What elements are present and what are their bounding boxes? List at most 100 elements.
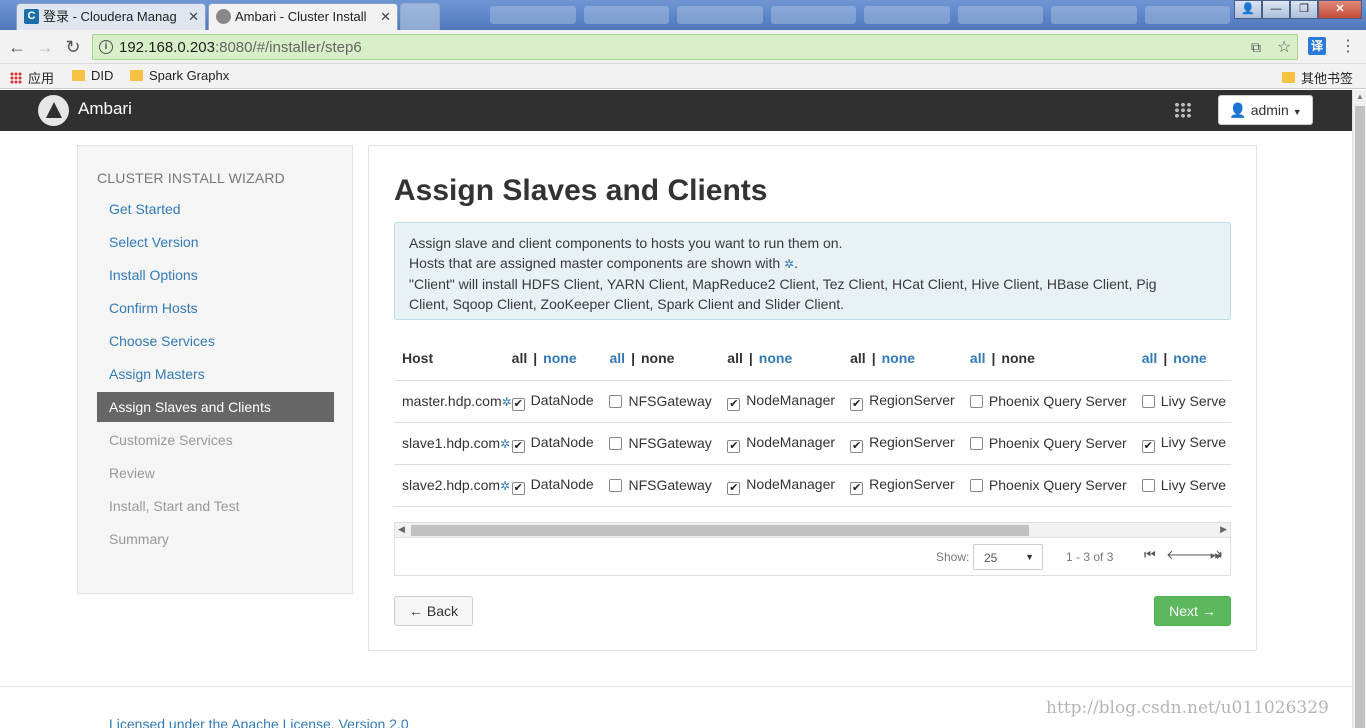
- select-none-link[interactable]: none: [1173, 350, 1206, 366]
- select-all-link[interactable]: all: [609, 350, 625, 366]
- checkbox[interactable]: [1141, 439, 1155, 453]
- table-horizontal-scrollbar[interactable]: ◀ ▶: [394, 522, 1231, 538]
- license-link[interactable]: Licensed under the Apache License, Versi…: [109, 716, 409, 728]
- select-none-link[interactable]: none: [882, 350, 915, 366]
- back-button[interactable]: ← Back: [394, 596, 473, 626]
- maximize-icon[interactable]: ❐: [1290, 0, 1318, 19]
- component-checkbox-regionserver[interactable]: RegionServer: [850, 392, 955, 411]
- scroll-right-icon[interactable]: ▶: [1220, 524, 1227, 535]
- checkbox[interactable]: [609, 437, 623, 450]
- checkbox[interactable]: [850, 439, 864, 453]
- component-label: RegionServer: [869, 433, 955, 450]
- scroll-left-icon[interactable]: ◀: [398, 524, 405, 535]
- next-button[interactable]: Next →: [1154, 596, 1231, 626]
- first-page-icon[interactable]: ⏮: [1144, 547, 1156, 563]
- translate-page-icon[interactable]: ⧉: [1251, 39, 1261, 56]
- component-checkbox-phoenix-query-server[interactable]: Phoenix Query Server: [969, 393, 1127, 409]
- select-none-link[interactable]: none: [641, 350, 674, 366]
- component-checkbox-phoenix-query-server[interactable]: Phoenix Query Server: [969, 477, 1127, 493]
- select-all-link[interactable]: all: [512, 350, 528, 366]
- user-icon[interactable]: 👤: [1234, 0, 1262, 19]
- window-close-icon[interactable]: ✕: [1318, 0, 1362, 19]
- select-none-link[interactable]: none: [543, 350, 576, 366]
- component-label: NFSGateway: [628, 477, 712, 493]
- checkbox[interactable]: [511, 481, 525, 495]
- page-size-select[interactable]: 25 ▼: [973, 544, 1043, 570]
- select-all-link[interactable]: all: [970, 350, 986, 366]
- sidebar-item-select-version[interactable]: Select Version: [97, 227, 334, 257]
- select-all-link[interactable]: all: [850, 350, 866, 366]
- component-checkbox-datanode[interactable]: DataNode: [511, 392, 594, 411]
- forward-arrow-icon[interactable]: →: [34, 36, 56, 58]
- scrollbar-thumb[interactable]: [1355, 106, 1365, 728]
- checkbox[interactable]: [511, 397, 525, 411]
- checkbox[interactable]: [609, 479, 623, 492]
- select-all-link[interactable]: all: [727, 350, 743, 366]
- checkbox[interactable]: [609, 395, 623, 408]
- checkbox[interactable]: [969, 479, 983, 492]
- component-cell: RegionServer: [850, 380, 970, 423]
- views-grid-icon[interactable]: [1174, 102, 1192, 118]
- reload-icon[interactable]: ↻: [62, 36, 84, 58]
- component-checkbox-nfsgateway[interactable]: NFSGateway: [609, 435, 712, 451]
- checkbox[interactable]: [850, 481, 864, 495]
- select-none-link[interactable]: none: [1001, 350, 1034, 366]
- checkbox[interactable]: [727, 397, 741, 411]
- component-checkbox-livy-serve[interactable]: Livy Serve: [1141, 434, 1226, 453]
- url-text[interactable]: 192.168.0.203:8080/#/installer/step6: [119, 39, 362, 56]
- component-checkbox-phoenix-query-server[interactable]: Phoenix Query Server: [969, 435, 1127, 451]
- checkbox[interactable]: [1141, 479, 1155, 492]
- info-icon[interactable]: i: [99, 40, 113, 54]
- component-checkbox-nfsgateway[interactable]: NFSGateway: [609, 477, 712, 493]
- component-checkbox-nodemanager[interactable]: NodeManager: [727, 434, 835, 453]
- assignment-table: Host all | none all | none all | none all | none…: [394, 336, 1231, 507]
- admin-menu-button[interactable]: 👤 admin ▼: [1218, 95, 1313, 125]
- checkbox[interactable]: [511, 439, 525, 453]
- sidebar-item-choose-services[interactable]: Choose Services: [97, 326, 334, 356]
- component-checkbox-regionserver[interactable]: RegionServer: [850, 433, 955, 453]
- tab-cloudera[interactable]: C 登录 - Cloudera Manag ✕: [16, 3, 206, 30]
- select-all-link[interactable]: all: [1142, 350, 1158, 366]
- last-page-icon[interactable]: ⏭: [1210, 547, 1222, 563]
- sidebar-item-install-options[interactable]: Install Options: [97, 260, 334, 290]
- component-checkbox-nodemanager[interactable]: NodeManager: [727, 392, 835, 411]
- bookmark-other[interactable]: 其他书签: [1282, 68, 1353, 87]
- checkbox[interactable]: [850, 397, 864, 411]
- scrollbar-thumb[interactable]: [411, 525, 1029, 536]
- translate-extension-icon[interactable]: 译: [1308, 37, 1326, 55]
- sidebar-item-confirm-hosts[interactable]: Confirm Hosts: [97, 293, 334, 323]
- checkbox[interactable]: [1141, 395, 1155, 408]
- component-checkbox-nodemanager[interactable]: NodeManager: [727, 476, 835, 495]
- scroll-up-icon[interactable]: ▲: [1356, 92, 1364, 101]
- bookmark-did[interactable]: DID: [72, 68, 113, 83]
- checkbox[interactable]: [969, 437, 983, 450]
- ambari-logo-icon[interactable]: [38, 95, 69, 126]
- component-checkbox-livy-serve[interactable]: Livy Serve: [1141, 393, 1226, 409]
- browser-menu-icon[interactable]: ⋮: [1340, 36, 1356, 56]
- checkbox[interactable]: [727, 439, 741, 453]
- close-icon[interactable]: ✕: [380, 4, 391, 29]
- bookmark-spark-graphx[interactable]: Spark Graphx: [130, 68, 229, 83]
- sidebar-item-assign-masters[interactable]: Assign Masters: [97, 359, 334, 389]
- tab-ambari[interactable]: Ambari - Cluster Install ✕: [208, 3, 398, 30]
- component-checkbox-livy-serve[interactable]: Livy Serve: [1141, 477, 1226, 493]
- component-checkbox-nfsgateway[interactable]: NFSGateway: [609, 393, 712, 409]
- page-scrollbar[interactable]: ▲: [1352, 90, 1366, 728]
- bookmark-apps[interactable]: 应用: [10, 68, 54, 87]
- component-checkbox-datanode[interactable]: DataNode: [511, 476, 594, 495]
- sidebar-item-assign-slaves[interactable]: Assign Slaves and Clients: [97, 392, 334, 422]
- back-arrow-icon[interactable]: ←: [6, 36, 28, 58]
- select-none-link[interactable]: none: [759, 350, 792, 366]
- checkbox[interactable]: [969, 395, 983, 408]
- checkbox[interactable]: [727, 481, 741, 495]
- sidebar-item-get-started[interactable]: Get Started: [97, 194, 334, 224]
- component-checkbox-regionserver[interactable]: RegionServer: [850, 476, 955, 495]
- url-bar[interactable]: i 192.168.0.203:8080/#/installer/step6 ⧉…: [92, 34, 1298, 60]
- component-checkbox-datanode[interactable]: DataNode: [511, 434, 594, 453]
- minimize-icon[interactable]: —: [1262, 0, 1290, 19]
- star-icon[interactable]: ☆: [1277, 37, 1291, 57]
- alert-text: .: [794, 255, 799, 271]
- app-title[interactable]: Ambari: [78, 99, 132, 119]
- new-tab-button[interactable]: [400, 3, 440, 30]
- close-icon[interactable]: ✕: [188, 4, 199, 29]
